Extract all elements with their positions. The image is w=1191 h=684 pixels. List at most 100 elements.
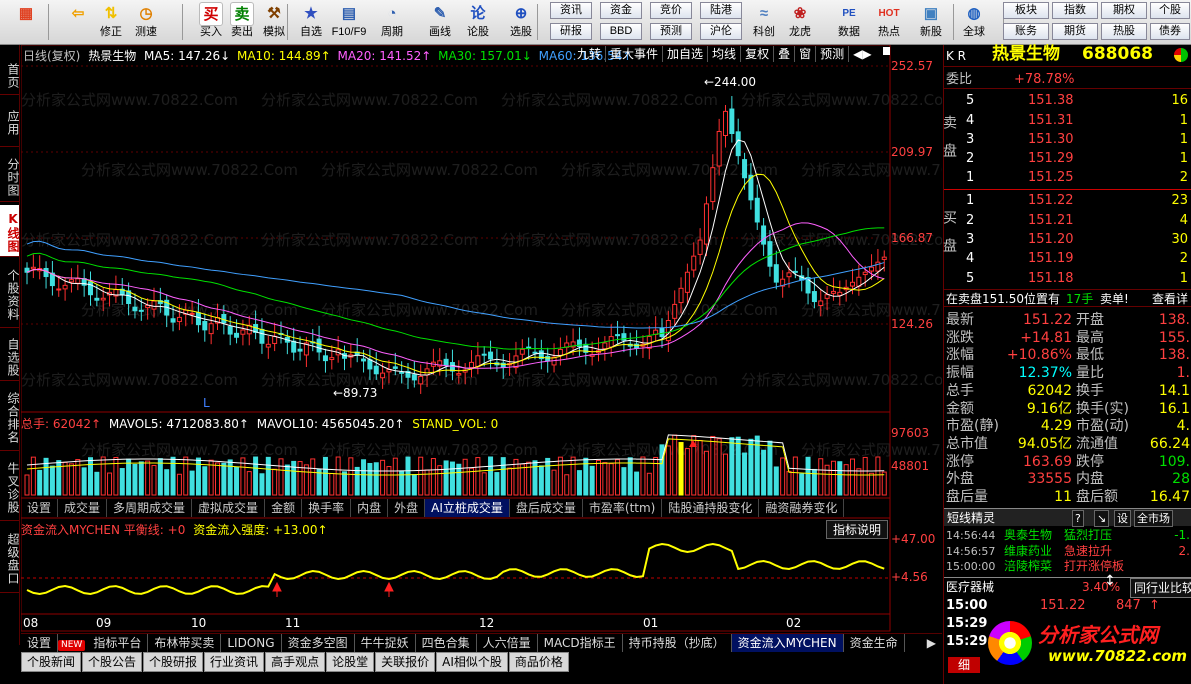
industry-compare-button[interactable]: 同行业比较: [1130, 578, 1191, 598]
indicator-tab[interactable]: 设置: [21, 499, 59, 517]
elves-row[interactable]: 14:56:57 维康药业 急速拉升 2.: [944, 544, 1191, 559]
new-stock-button[interactable]: ▣ 新股: [912, 1, 950, 43]
indicator-tab[interactable]: 虚拟成交量: [192, 499, 266, 517]
left-tab[interactable]: K线图: [0, 205, 20, 257]
indicator-tab[interactable]: 换手率: [302, 499, 352, 517]
quick-button[interactable]: 板块: [1003, 2, 1049, 19]
kline-chart-svg[interactable]: 分析家公式网www.70822.Com 分析家公式网www.70822.Com 分析…: [21, 45, 942, 645]
indicator-bottom-tab[interactable]: 人六倍量: [477, 634, 538, 652]
quick-button[interactable]: 竞价: [650, 2, 692, 19]
quick-button[interactable]: 陆港: [700, 2, 742, 19]
indicator-tab[interactable]: 多周期成交量: [107, 499, 193, 517]
elves-button[interactable]: 全市场: [1134, 510, 1173, 527]
info-tab[interactable]: 商品价格: [508, 652, 569, 672]
left-tab[interactable]: 应用: [0, 97, 20, 147]
view-detail-link[interactable]: 查看详: [1152, 290, 1188, 308]
dragon-button[interactable]: ❀ 龙虎: [781, 1, 819, 43]
left-tab[interactable]: 自选股: [0, 331, 20, 381]
ask-row[interactable]: 5 151.38 16: [944, 92, 1191, 110]
info-tab[interactable]: 个股研报: [143, 652, 204, 672]
globe-button[interactable]: ◍ 全球: [955, 1, 993, 43]
quick-button[interactable]: 热股: [1101, 23, 1147, 40]
info-tab[interactable]: 个股新闻: [21, 652, 82, 672]
indicator-bottom-tab[interactable]: 持币持股（抄底）: [623, 634, 732, 652]
pie-icon[interactable]: [1174, 48, 1188, 62]
ask-row[interactable]: 1 151.25 2: [944, 169, 1191, 187]
indicator-bottom-tab[interactable]: 布林带买卖: [148, 634, 222, 652]
bid-row[interactable]: 2 151.21 4: [944, 212, 1191, 230]
info-tab[interactable]: 关联报价: [375, 652, 436, 672]
chart-nav-arrows[interactable]: ◀▶: [849, 47, 875, 61]
hot-button[interactable]: HOT 热点: [870, 1, 908, 43]
quick-button[interactable]: 个股: [1150, 2, 1190, 19]
chart-command[interactable]: 均线: [708, 46, 742, 62]
indicator-bottom-tab[interactable]: 资金流入MYCHEN: [731, 634, 844, 652]
indicator-tab[interactable]: 陆股通持股变化: [662, 499, 760, 517]
left-tab[interactable]: 分时图: [0, 150, 20, 202]
indicator-tab[interactable]: 成交量: [58, 499, 108, 517]
indicator-bottom-tab[interactable]: 四色合集: [416, 634, 477, 652]
left-tab[interactable]: 首页: [0, 55, 20, 95]
ask-row[interactable]: 3 151.30 1: [944, 131, 1191, 149]
quick-button[interactable]: 资金: [600, 2, 642, 19]
elves-button[interactable]: ↘: [1094, 510, 1110, 527]
left-tab[interactable]: 超级盘口: [0, 523, 20, 593]
info-tab[interactable]: 行业资讯: [204, 652, 265, 672]
cycle-button[interactable]: ◔ 周期: [373, 1, 411, 43]
elves-row[interactable]: 14:56:44 奥泰生物 猛烈打压 -1.: [944, 528, 1191, 543]
bid-row[interactable]: 5 151.18 1: [944, 270, 1191, 288]
elves-row[interactable]: 15:00:00 涪陵榨菜 打开涨停板: [944, 559, 1191, 574]
pencil-button[interactable]: ✎ 画线: [421, 1, 459, 43]
indicator-help-button[interactable]: 指标说明: [826, 520, 889, 539]
bid-row[interactable]: 3 151.20 30: [944, 231, 1191, 249]
elves-button[interactable]: ?: [1072, 510, 1084, 527]
quick-button[interactable]: BBD: [600, 23, 642, 40]
info-tab[interactable]: 高手观点: [265, 652, 326, 672]
quick-button[interactable]: 账务: [1003, 23, 1049, 40]
indicator-tab[interactable]: AI立桩成交量: [425, 499, 510, 517]
indicator-bottom-tab[interactable]: 设置: [21, 634, 59, 652]
indicator-tab[interactable]: 盘后成交量: [510, 499, 583, 517]
indicator-bottom-tab[interactable]: LIDONG: [221, 634, 282, 652]
kline-chart-area[interactable]: 分析家公式网www.70822.Com 分析家公式网www.70822.Com 分析…: [21, 45, 942, 645]
tech-chart-button[interactable]: ≈ 科创: [745, 1, 783, 43]
quick-button[interactable]: 研报: [550, 23, 592, 40]
chart-command[interactable]: 加自选: [663, 46, 709, 62]
chart-command[interactable]: 九转: [573, 46, 607, 62]
clock-button[interactable]: ◷ 测速: [127, 1, 165, 43]
chart-command[interactable]: 复权: [741, 46, 775, 62]
up-down-arrows-button[interactable]: ⇅ 修正: [92, 1, 130, 43]
elves-button[interactable]: 设: [1114, 510, 1131, 527]
indicator-tab[interactable]: 融资融券变化: [759, 499, 845, 517]
indicator-bottom-tab[interactable]: 资金多空图: [282, 634, 355, 652]
big-order-row[interactable]: 在卖盘151.50位置有 17手 卖单! 查看详: [944, 289, 1191, 307]
indicator-bottom-tab[interactable]: MACD指标王: [538, 634, 623, 652]
info-tab[interactable]: 个股公告: [82, 652, 143, 672]
chart-command[interactable]: 预测: [816, 46, 850, 62]
magnifier-button[interactable]: ⊕ 选股: [502, 1, 540, 43]
info-tab[interactable]: 论股堂: [326, 652, 375, 672]
star-button[interactable]: ★ 自选: [292, 1, 330, 43]
quick-button[interactable]: 指数: [1052, 2, 1098, 19]
grid-button[interactable]: ▦: [3, 1, 49, 43]
chart-command[interactable]: 窗: [795, 46, 817, 62]
quick-button[interactable]: 预测: [650, 23, 692, 40]
left-tab[interactable]: 牛叉诊股: [0, 453, 20, 521]
info-tab[interactable]: AI相似个股: [436, 652, 508, 672]
ask-row[interactable]: 2 151.29 1: [944, 150, 1191, 168]
f10-button[interactable]: ▤ F10/F9: [330, 1, 368, 43]
chart-command[interactable]: 重大事件: [606, 46, 664, 62]
ask-row[interactable]: 4 151.31 1: [944, 112, 1191, 130]
pe-button[interactable]: PE 数据: [830, 1, 868, 43]
quick-button[interactable]: 资讯: [550, 2, 592, 19]
left-tab[interactable]: 综合排名: [0, 383, 20, 451]
scroll-left-icon[interactable]: ▶: [921, 634, 942, 652]
quick-button[interactable]: 期货: [1052, 23, 1098, 40]
indicator-tab[interactable]: 外盘: [388, 499, 426, 517]
detail-tab[interactable]: 细: [948, 657, 981, 673]
quick-button[interactable]: 期权: [1101, 2, 1147, 19]
indicator-tab[interactable]: 金额: [265, 499, 303, 517]
quick-button[interactable]: 债券: [1150, 23, 1190, 40]
bid-row[interactable]: 1 151.22 23: [944, 192, 1191, 210]
bid-row[interactable]: 4 151.19 2: [944, 250, 1191, 268]
